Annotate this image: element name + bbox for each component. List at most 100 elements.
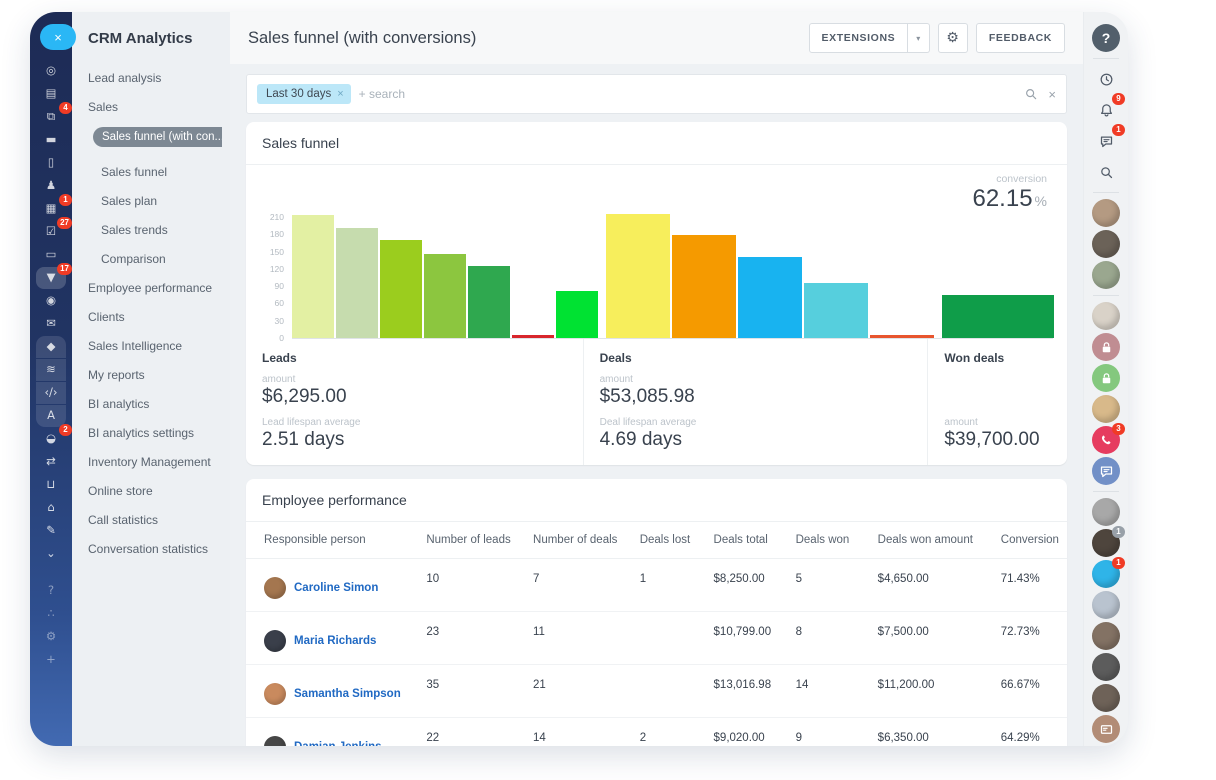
marketing-icon[interactable]: ◉ [36,290,66,312]
funnel-bar-leads[interactable] [380,240,422,338]
funnel-bar-won-deals[interactable] [942,295,1054,338]
user-avatar[interactable] [1092,261,1120,289]
funnel-bar-leads[interactable] [336,228,378,338]
sidebar-item-sales[interactable]: Sales [88,100,118,114]
sidebar-item-bi-analytics-settings[interactable]: BI analytics settings [88,426,194,440]
left-rail-items: ◎▤⧉4▬▯♟▦1☑27▭▼17◉✉◆≋‹/›A◒2⇄⊔⌂✎⌄?∴⚙+ [36,60,66,671]
sidebar-item-conversation-statistics[interactable]: Conversation statistics [88,542,208,556]
live-feed-glyph: ▤ [46,88,57,100]
sign-icon[interactable]: ✎ [36,520,66,542]
close-button[interactable]: × [40,24,76,50]
sidebar-item-sales-funnel-with-con[interactable]: Sales funnel (with con... [93,127,222,147]
funnel-bar-leads[interactable] [512,335,554,338]
crm-analytics-icon[interactable]: ▼17 [36,267,66,289]
user-avatar[interactable]: 1 [1092,560,1120,588]
user-avatar[interactable] [1092,395,1120,423]
sidebar-item-inventory-management[interactable]: Inventory Management [88,455,211,469]
table-cell: 14 [525,718,632,747]
bi-analytics-icon[interactable]: ≋ [36,359,66,381]
funnel-bar-deals[interactable] [870,335,934,338]
clear-search-icon[interactable]: × [1048,87,1056,102]
funnel-bar-deals[interactable] [804,283,868,338]
deals-stat: Deals amount $53,085.98 Deal lifespan av… [583,339,928,465]
sidebar-item-bi-analytics[interactable]: BI analytics [88,397,149,411]
sidebar-item-comparison[interactable]: Comparison [101,252,166,266]
sidebar-item-clients[interactable]: Clients [88,310,125,324]
documents-icon[interactable]: ▯ [36,152,66,174]
sync-icon[interactable]: ⇄ [36,451,66,473]
sidebar-item-my-reports[interactable]: My reports [88,368,145,382]
ai-assistant-icon[interactable]: ◒2 [36,428,66,450]
products-icon[interactable]: ◆ [36,336,66,358]
history-button[interactable] [1092,65,1120,93]
user-avatar[interactable] [1092,591,1120,619]
chat-button[interactable]: 1 [1092,127,1120,155]
board-button[interactable] [1092,715,1120,743]
extensions-caret-button[interactable]: ▾ [908,23,930,53]
user-avatar[interactable] [1092,302,1120,330]
user-avatar[interactable] [1092,684,1120,712]
sidebar-item-call-statistics[interactable]: Call statistics [88,513,158,527]
expand-more-icon[interactable]: ⌄ [36,543,66,565]
support-icon[interactable]: ? [36,580,66,602]
user-avatar[interactable] [1092,653,1120,681]
pulse-icon[interactable]: ◎ [36,60,66,82]
sidebar-item-sales-funnel[interactable]: Sales funnel [101,165,167,179]
search-icon[interactable] [1024,87,1038,101]
mail-icon[interactable]: ✉ [36,313,66,335]
sidebar-item-employee-performance[interactable]: Employee performance [88,281,212,295]
chip-remove-icon[interactable]: × [337,88,343,100]
messenger-icon[interactable]: ⧉4 [36,106,66,128]
online-store-icon[interactable]: ⊔ [36,474,66,496]
user-avatar[interactable] [1092,622,1120,650]
company-icon[interactable]: ⌂ [36,497,66,519]
funnel-bar-leads[interactable] [556,291,598,338]
funnel-bar-deals[interactable] [672,235,736,338]
user-avatar[interactable] [1092,230,1120,258]
filter-bar[interactable]: Last 30 days × × [246,74,1067,114]
feedback-button[interactable]: FEEDBACK [976,23,1065,53]
workdrive-icon[interactable]: ▬ [36,129,66,151]
user-avatar[interactable] [1092,498,1120,526]
funnel-bar-leads[interactable] [468,266,510,338]
network-icon[interactable]: ∴ [36,603,66,625]
won-deals-title: Won deals [944,351,1051,365]
funnel-bar-deals[interactable] [606,214,670,338]
sidebar-item-lead-analysis[interactable]: Lead analysis [88,71,161,85]
funnel-plot: 0306090120150180210 [260,215,1053,339]
search-button[interactable] [1092,158,1120,186]
helpdesk-button[interactable]: ? [1092,24,1120,52]
funnel-bar-deals[interactable] [738,257,802,338]
settings-icon[interactable]: ⚙ [36,626,66,648]
developer-icon[interactable]: ‹/› [36,382,66,404]
sidebar-item-online-store[interactable]: Online store [88,484,153,498]
notifications-button[interactable]: 9 [1092,96,1120,124]
funnel-bar-leads[interactable] [424,254,466,338]
settings-button[interactable]: ⚙ [938,23,968,53]
funnel-bar-leads[interactable] [292,215,334,338]
user-avatar[interactable] [1092,199,1120,227]
sidebar-item-sales-intelligence[interactable]: Sales Intelligence [88,339,182,353]
private-chat-button[interactable] [1092,333,1120,361]
team-chat-button[interactable] [1092,457,1120,485]
add-icon[interactable]: + [36,649,66,671]
open-chat-button[interactable] [1092,364,1120,392]
calls-button[interactable]: 3 [1092,426,1120,454]
extensions-button[interactable]: EXTENSIONS [809,23,909,53]
notification-badge: 17 [57,263,72,275]
search-input[interactable] [351,87,1025,101]
y-axis-tick: 180 [260,229,284,239]
leads-amount-label: amount [262,374,567,385]
filter-chip[interactable]: Last 30 days × [257,84,351,104]
column-header: Deals total [706,522,788,559]
person-name-link[interactable]: Maria Richards [294,635,376,647]
sidebar-item-sales-plan[interactable]: Sales plan [101,194,157,208]
tasks-icon[interactable]: ☑27 [36,221,66,243]
person-name-link[interactable]: Samantha Simpson [294,688,401,700]
person-name-link[interactable]: Caroline Simon [294,582,378,594]
person-name-link[interactable]: Damian Jenkins [294,741,382,746]
sidebar-row: Employee performance [88,273,222,302]
user-avatar[interactable]: 1 [1092,529,1120,557]
search-icon [1099,165,1114,180]
sidebar-item-sales-trends[interactable]: Sales trends [101,223,168,237]
